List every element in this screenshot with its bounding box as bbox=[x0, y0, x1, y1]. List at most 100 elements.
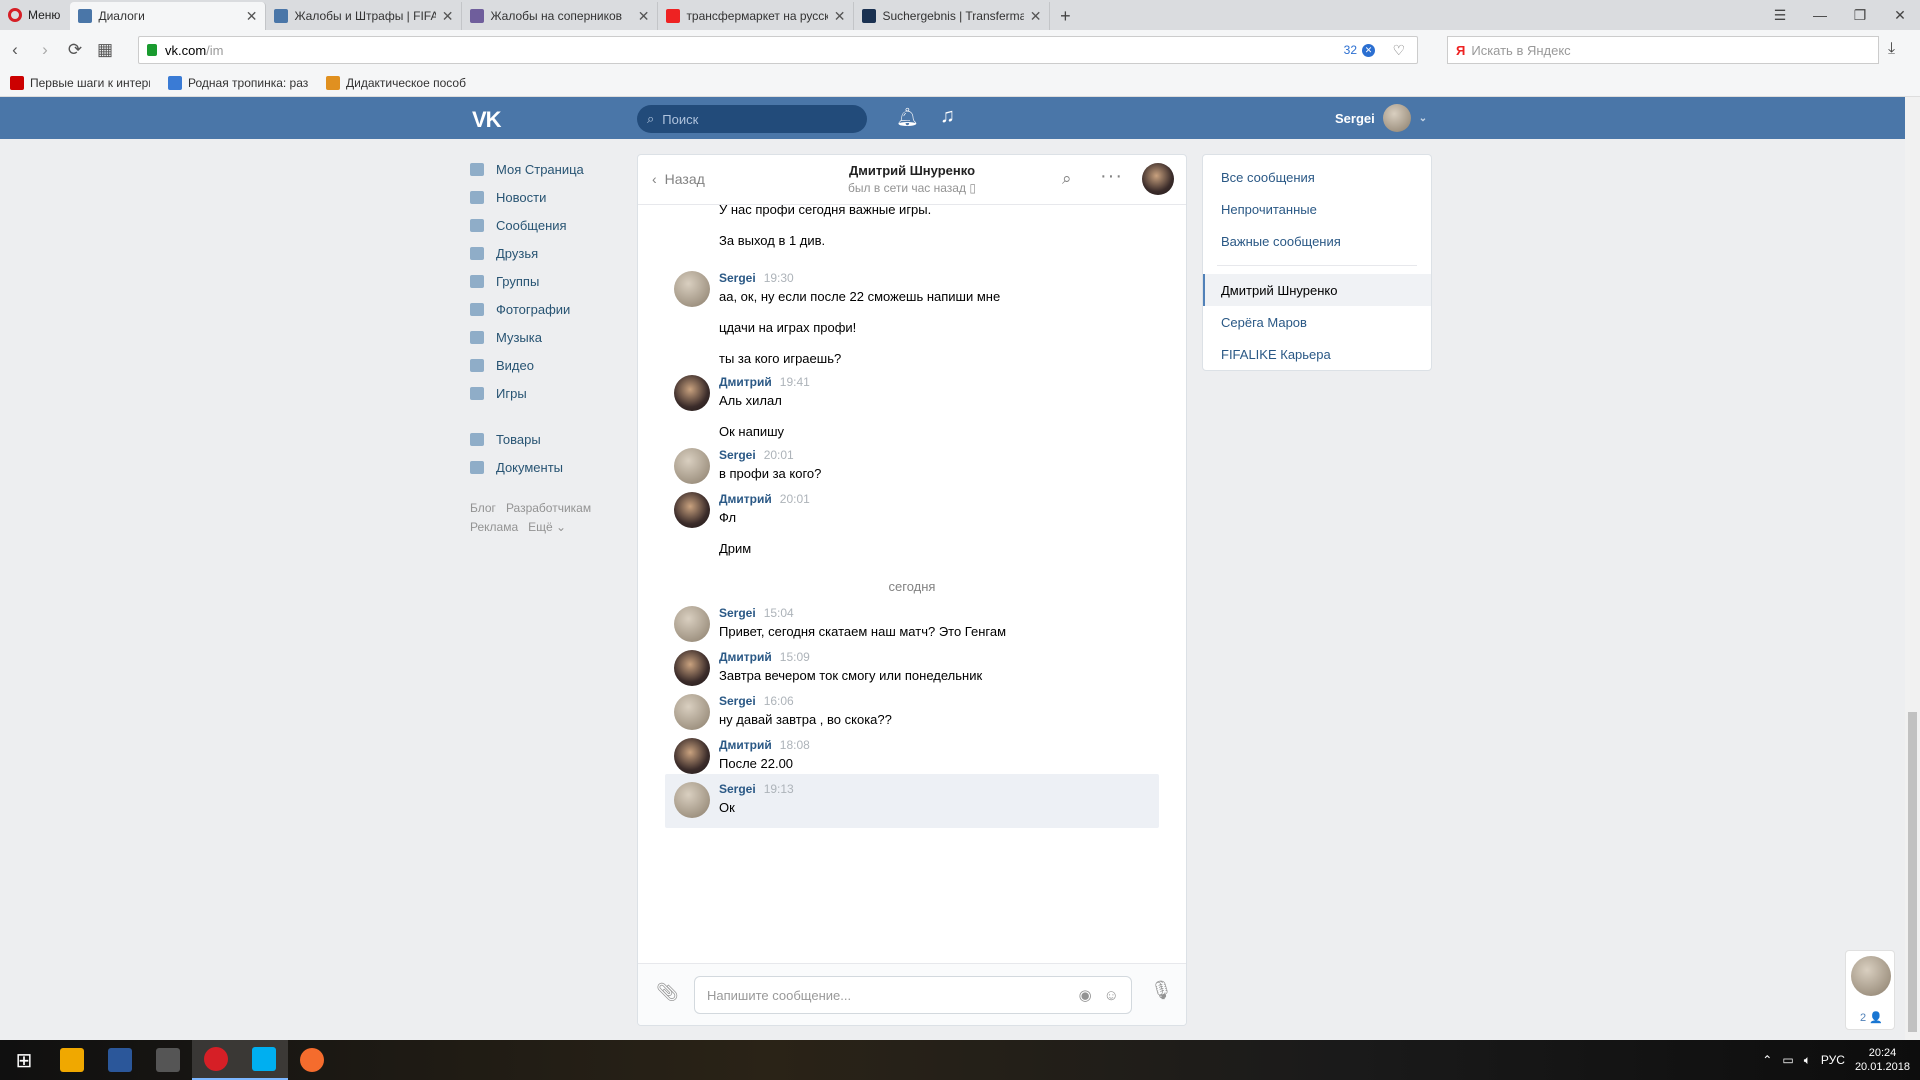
tab-close-icon[interactable]: ✕ bbox=[1030, 8, 1042, 25]
message-time[interactable]: 18:08 bbox=[780, 738, 810, 752]
browser-tab[interactable]: трансфермаркет на русском ✕ bbox=[658, 2, 855, 30]
message-author[interactable]: Sergei bbox=[719, 694, 756, 708]
new-tab-button[interactable]: + bbox=[1050, 2, 1080, 30]
dialog-item[interactable]: Дмитрий Шнуренко bbox=[1203, 274, 1431, 306]
tab-close-icon[interactable]: ✕ bbox=[442, 8, 454, 25]
taskbar-app-upload[interactable] bbox=[144, 1040, 192, 1080]
dialog-item[interactable]: Серёга Маров bbox=[1203, 306, 1431, 338]
footer-link[interactable]: Разработчикам bbox=[506, 501, 591, 515]
scrollbar-thumb[interactable] bbox=[1908, 712, 1917, 1032]
network-icon[interactable]: ▭ bbox=[1782, 1053, 1793, 1067]
message-author[interactable]: Sergei bbox=[719, 448, 756, 462]
bookmark-item[interactable]: Дидактическое пособие bbox=[326, 76, 466, 90]
tab-close-icon[interactable]: ✕ bbox=[638, 8, 650, 25]
bookmark-heart-icon[interactable]: ♡ bbox=[1392, 42, 1405, 59]
sender-avatar[interactable] bbox=[674, 650, 710, 686]
footer-link[interactable]: Ещё ⌄ bbox=[528, 520, 566, 534]
message-time[interactable]: 15:04 bbox=[764, 606, 794, 620]
peer-avatar[interactable] bbox=[1142, 163, 1174, 195]
tab-close-icon[interactable]: ✕ bbox=[246, 8, 258, 25]
taskbar-app-word[interactable] bbox=[96, 1040, 144, 1080]
opera-menu-button[interactable]: Меню bbox=[0, 0, 70, 30]
user-menu[interactable]: Sergei ⌄ bbox=[1335, 104, 1427, 132]
chat-widget[interactable]: 2 👤 bbox=[1845, 950, 1895, 1030]
sender-avatar[interactable] bbox=[674, 606, 710, 642]
nav-item[interactable]: Видео bbox=[470, 351, 620, 379]
sender-avatar[interactable] bbox=[674, 738, 710, 774]
clock[interactable]: 20:24 20.01.2018 bbox=[1855, 1046, 1910, 1074]
volume-icon[interactable]: 🔈︎ bbox=[1804, 1053, 1811, 1068]
dialog-item[interactable]: FIFALIKE Карьера bbox=[1203, 338, 1431, 370]
sender-avatar[interactable] bbox=[674, 694, 710, 730]
message-author[interactable]: Sergei bbox=[719, 271, 756, 285]
message-time[interactable]: 19:30 bbox=[764, 271, 794, 285]
widget-avatar[interactable] bbox=[1851, 956, 1891, 996]
nav-item[interactable]: Моя Страница bbox=[470, 155, 620, 183]
message-author[interactable]: Дмитрий bbox=[719, 492, 772, 506]
message-author[interactable]: Sergei bbox=[719, 606, 756, 620]
sender-avatar[interactable] bbox=[674, 782, 710, 818]
nav-item[interactable]: Фотографии bbox=[470, 295, 620, 323]
bookmark-item[interactable]: Родная тропинка: развитие bbox=[168, 76, 308, 90]
back-arrow-icon[interactable]: ‹ bbox=[0, 40, 30, 60]
vk-logo[interactable]: VK bbox=[472, 107, 502, 133]
message-author[interactable]: Дмитрий bbox=[719, 738, 772, 752]
filter-item[interactable]: Все сообщения bbox=[1203, 161, 1431, 193]
sender-avatar[interactable] bbox=[674, 271, 710, 307]
nav-item[interactable]: Игры bbox=[470, 379, 620, 407]
url-field[interactable]: vk.com/im 32 ✕ ♡ bbox=[138, 36, 1418, 64]
nav-item[interactable]: Группы bbox=[470, 267, 620, 295]
microphone-icon[interactable]: 🎙︎ bbox=[1150, 980, 1173, 1001]
more-actions-icon[interactable]: ··· bbox=[1100, 165, 1123, 188]
vk-search-input[interactable]: ⌕ Поиск bbox=[637, 105, 867, 133]
speed-dial-icon[interactable]: ▦ bbox=[90, 40, 120, 60]
nav-item[interactable]: Новости bbox=[470, 183, 620, 211]
notifications-bell-icon[interactable]: 🔔︎ bbox=[896, 107, 919, 128]
sender-avatar[interactable] bbox=[674, 448, 710, 484]
message-time[interactable]: 16:06 bbox=[764, 694, 794, 708]
message-time[interactable]: 19:13 bbox=[764, 782, 794, 796]
tab-close-icon[interactable]: ✕ bbox=[834, 8, 846, 25]
nav-item[interactable]: Друзья bbox=[470, 239, 620, 267]
camera-icon[interactable]: ◉ bbox=[1079, 986, 1092, 1004]
taskbar-app-aimp[interactable] bbox=[48, 1040, 96, 1080]
message-time[interactable]: 20:01 bbox=[780, 492, 810, 506]
message-time[interactable]: 15:09 bbox=[780, 650, 810, 664]
message-author[interactable]: Sergei bbox=[719, 782, 756, 796]
restore-button[interactable]: ❐ bbox=[1840, 7, 1880, 24]
nav-item[interactable]: Музыка bbox=[470, 323, 620, 351]
nav-item[interactable]: Документы bbox=[470, 453, 620, 481]
browser-tab[interactable]: Жалобы на соперников ✕ bbox=[462, 2, 659, 30]
bookmark-item[interactable]: Первые шаги к интернету bbox=[10, 76, 150, 90]
yandex-search-input[interactable]: Я Искать в Яндекс bbox=[1447, 36, 1879, 64]
forward-arrow-icon[interactable]: › bbox=[30, 40, 60, 60]
download-icon[interactable]: ⤓ bbox=[1888, 40, 1895, 58]
close-window-button[interactable]: ✕ bbox=[1880, 7, 1920, 24]
footer-link[interactable]: Блог bbox=[470, 501, 496, 515]
sender-avatar[interactable] bbox=[674, 492, 710, 528]
emoji-smile-icon[interactable]: ☺ bbox=[1104, 987, 1119, 1004]
tray-chevron-up-icon[interactable]: ⌃ bbox=[1762, 1053, 1772, 1067]
nav-item[interactable]: Товары bbox=[470, 425, 620, 453]
language-indicator[interactable]: РУС bbox=[1821, 1053, 1845, 1067]
music-note-icon[interactable]: ♫ bbox=[940, 105, 955, 128]
sender-avatar[interactable] bbox=[674, 375, 710, 411]
message-author[interactable]: Дмитрий bbox=[719, 650, 772, 664]
message-input[interactable]: Напишите сообщение... ◉ ☺ bbox=[694, 976, 1132, 1014]
browser-tab[interactable]: Жалобы и Штрафы | FIFALIKE ✕ bbox=[266, 2, 463, 30]
tab-menu-icon[interactable]: ☰ bbox=[1760, 7, 1800, 24]
message-time[interactable]: 20:01 bbox=[764, 448, 794, 462]
taskbar-app-opera[interactable] bbox=[192, 1040, 240, 1080]
filter-item[interactable]: Непрочитанные bbox=[1203, 193, 1431, 225]
browser-tab[interactable]: Suchergebnis | Transfermarkt ✕ bbox=[854, 2, 1051, 30]
page-scrollbar[interactable] bbox=[1905, 97, 1920, 1040]
filter-item[interactable]: Важные сообщения bbox=[1203, 225, 1431, 257]
minimize-button[interactable]: — bbox=[1800, 7, 1840, 23]
chat-search-icon[interactable]: ⌕ bbox=[1062, 169, 1072, 189]
attach-paperclip-icon[interactable]: 📎︎ bbox=[656, 982, 679, 1003]
taskbar-app-skype[interactable] bbox=[240, 1040, 288, 1080]
message-time[interactable]: 19:41 bbox=[780, 375, 810, 389]
browser-tab[interactable]: Диалоги ✕ bbox=[70, 2, 267, 30]
ad-block-icon[interactable]: ✕ bbox=[1362, 43, 1375, 57]
footer-link[interactable]: Реклама bbox=[470, 520, 518, 534]
